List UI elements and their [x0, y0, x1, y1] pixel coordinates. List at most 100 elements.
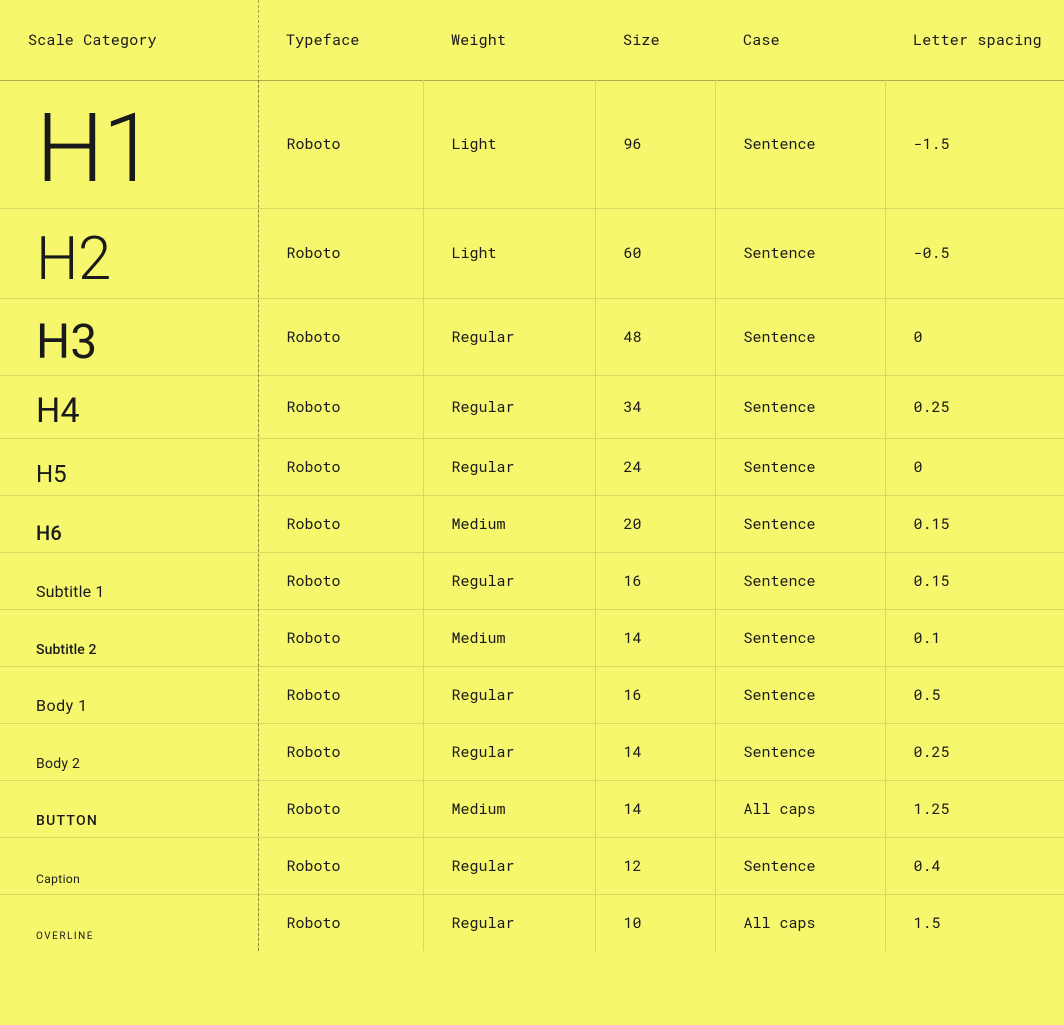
size-cell: 48 [595, 298, 715, 375]
typeface-cell: Roboto [258, 438, 423, 495]
scale-category-label: Subtitle 1 [36, 584, 246, 601]
scale-category-label: BUTTON [36, 814, 246, 829]
typeface-cell: Roboto [258, 780, 423, 837]
scale-category-cell: Body 2 [0, 723, 258, 780]
typeface-cell: Roboto [258, 609, 423, 666]
size-cell: 14 [595, 780, 715, 837]
scale-category-cell: H6 [0, 495, 258, 552]
case-cell: Sentence [715, 666, 885, 723]
weight-cell: Medium [423, 609, 595, 666]
scale-category-label: H1 [36, 99, 246, 200]
weight-cell: Regular [423, 894, 595, 951]
header-typeface: Typeface [258, 0, 423, 81]
weight-cell: Regular [423, 666, 595, 723]
letter-spacing-cell: 1.5 [885, 894, 1064, 951]
typeface-cell: Roboto [258, 837, 423, 894]
typeface-cell: Roboto [258, 495, 423, 552]
case-cell: Sentence [715, 552, 885, 609]
case-cell: Sentence [715, 438, 885, 495]
letter-spacing-cell: 0.1 [885, 609, 1064, 666]
scale-category-label: Caption [36, 873, 246, 886]
table-row: H6RobotoMedium20Sentence0.15 [0, 495, 1064, 552]
size-cell: 10 [595, 894, 715, 951]
scale-category-cell: BUTTON [0, 780, 258, 837]
scale-category-label: H2 [36, 227, 246, 290]
typeface-cell: Roboto [258, 208, 423, 298]
table-row: Body 2RobotoRegular14Sentence0.25 [0, 723, 1064, 780]
scale-category-label: Body 1 [36, 698, 246, 715]
table-row: H5RobotoRegular24Sentence0 [0, 438, 1064, 495]
typeface-cell: Roboto [258, 552, 423, 609]
scale-category-label: Body 2 [36, 757, 246, 772]
letter-spacing-cell: 0 [885, 438, 1064, 495]
table-row: OVERLINE RobotoRegular10All caps1.5 [0, 894, 1064, 951]
scale-category-cell: Body 1 [0, 666, 258, 723]
weight-cell: Regular [423, 438, 595, 495]
size-cell: 34 [595, 376, 715, 439]
weight-cell: Regular [423, 552, 595, 609]
header-weight: Weight [423, 0, 595, 81]
weight-cell: Medium [423, 780, 595, 837]
case-cell: Sentence [715, 609, 885, 666]
table-row: BUTTONRobotoMedium14All caps1.25 [0, 780, 1064, 837]
table-row: Body 1 RobotoRegular16Sentence0.5 [0, 666, 1064, 723]
scale-category-cell: Caption [0, 837, 258, 894]
size-cell: 60 [595, 208, 715, 298]
typeface-cell: Roboto [258, 894, 423, 951]
typeface-cell: Roboto [258, 298, 423, 375]
size-cell: 12 [595, 837, 715, 894]
size-cell: 14 [595, 609, 715, 666]
table-row: H3RobotoRegular48Sentence0 [0, 298, 1064, 375]
table-row: Subtitle 2RobotoMedium14Sentence0.1 [0, 609, 1064, 666]
size-cell: 16 [595, 552, 715, 609]
table-row: H1RobotoLight96Sentence-1.5 [0, 81, 1064, 209]
size-cell: 24 [595, 438, 715, 495]
letter-spacing-cell: 0 [885, 298, 1064, 375]
header-size: Size [595, 0, 715, 81]
letter-spacing-cell: 0.5 [885, 666, 1064, 723]
case-cell: Sentence [715, 376, 885, 439]
letter-spacing-cell: 0.25 [885, 723, 1064, 780]
size-cell: 16 [595, 666, 715, 723]
type-scale-table: Scale Category Typeface Weight Size Case… [0, 0, 1064, 951]
case-cell: All caps [715, 780, 885, 837]
header-case: Case [715, 0, 885, 81]
case-cell: Sentence [715, 81, 885, 209]
size-cell: 96 [595, 81, 715, 209]
case-cell: Sentence [715, 208, 885, 298]
scale-category-cell: Subtitle 1 [0, 552, 258, 609]
weight-cell: Regular [423, 298, 595, 375]
weight-cell: Light [423, 81, 595, 209]
case-cell: Sentence [715, 495, 885, 552]
scale-category-cell: OVERLINE [0, 894, 258, 951]
scale-category-cell: H4 [0, 376, 258, 439]
header-scale-category: Scale Category [0, 0, 258, 81]
typeface-cell: Roboto [258, 666, 423, 723]
scale-category-cell: H3 [0, 298, 258, 375]
weight-cell: Medium [423, 495, 595, 552]
size-cell: 14 [595, 723, 715, 780]
case-cell: All caps [715, 894, 885, 951]
letter-spacing-cell: 0.15 [885, 495, 1064, 552]
table-header-row: Scale Category Typeface Weight Size Case… [0, 0, 1064, 81]
scale-category-label: H4 [36, 394, 246, 430]
letter-spacing-cell: -1.5 [885, 81, 1064, 209]
weight-cell: Regular [423, 837, 595, 894]
weight-cell: Light [423, 208, 595, 298]
letter-spacing-cell: 0.4 [885, 837, 1064, 894]
letter-spacing-cell: 0.25 [885, 376, 1064, 439]
scale-category-label: OVERLINE [36, 932, 246, 943]
scale-category-label: H6 [36, 523, 246, 544]
case-cell: Sentence [715, 723, 885, 780]
scale-category-cell: H1 [0, 81, 258, 209]
letter-spacing-cell: 0.15 [885, 552, 1064, 609]
weight-cell: Regular [423, 376, 595, 439]
case-cell: Sentence [715, 298, 885, 375]
scale-category-cell: H5 [0, 438, 258, 495]
case-cell: Sentence [715, 837, 885, 894]
table-row: Caption RobotoRegular12Sentence0.4 [0, 837, 1064, 894]
typeface-cell: Roboto [258, 81, 423, 209]
table-row: Subtitle 1 RobotoRegular16Sentence0.15 [0, 552, 1064, 609]
table-row: H2RobotoLight60Sentence-0.5 [0, 208, 1064, 298]
scale-category-cell: H2 [0, 208, 258, 298]
